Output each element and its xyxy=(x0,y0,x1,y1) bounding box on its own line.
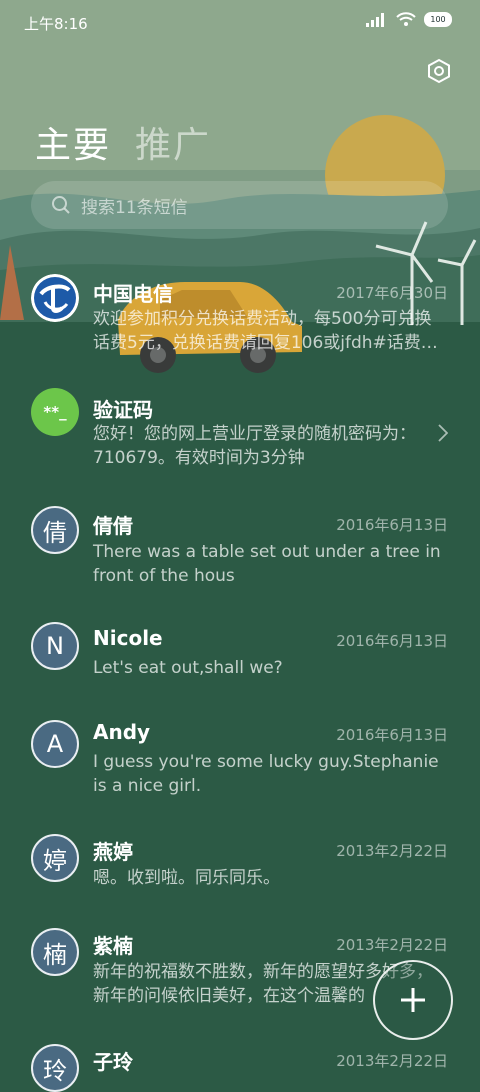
conversation-name: 验证码 xyxy=(93,398,153,422)
conversation-preview: I guess you're some lucky guy.Stephanie … xyxy=(93,752,439,796)
contact-avatar: 倩 xyxy=(31,506,79,554)
conversation-name: 紫楠 xyxy=(93,934,133,958)
conversation-date: 2016年6月13日 xyxy=(336,516,448,534)
contact-avatar: A xyxy=(31,720,79,768)
battery-icon: 100 xyxy=(424,12,452,27)
conversation-row[interactable]: N Nicole 2016年6月13日 Let's eat out,shall … xyxy=(0,610,480,704)
verification-code-avatar: **_ xyxy=(31,388,79,436)
search-input[interactable]: 搜索11条短信 xyxy=(81,193,188,218)
avatar-initial: 玲 xyxy=(43,1056,67,1085)
conversation-row[interactable]: A Andy 2016年6月13日 I guess you're some lu… xyxy=(0,704,480,820)
status-time: 上午8:16 xyxy=(24,15,88,33)
conversation-date: 2013年2月22日 xyxy=(336,936,448,954)
avatar-initial: N xyxy=(46,632,64,660)
conversation-row[interactable]: 倩 倩倩 2016年6月13日 There was a table set ou… xyxy=(0,494,480,610)
conversation-preview: Let's eat out,shall we? xyxy=(93,658,283,678)
conversation-preview: There was a table set out under a tree i… xyxy=(93,542,441,586)
battery-level: 100 xyxy=(430,15,446,24)
conversation-row[interactable]: 中国电信 2017年6月30日 欢迎参加积分兑换话费活动，每500分可兑换话费5… xyxy=(0,262,480,378)
conversation-preview: 您好！您的网上营业厅登录的随机密码为：710679。有效时间为3分钟 xyxy=(93,424,416,468)
tab-primary[interactable]: 主要 xyxy=(35,116,111,168)
avatar-initial: 婷 xyxy=(43,846,67,875)
avatar-initial: 楠 xyxy=(43,940,67,969)
contact-avatar: 婷 xyxy=(31,834,79,882)
conversation-name: 子玲 xyxy=(93,1050,133,1074)
contact-avatar: 楠 xyxy=(31,928,79,976)
conversation-row[interactable]: **_ 验证码 您好！您的网上营业厅登录的随机密码为：710679。有效时间为3… xyxy=(0,378,480,494)
chevron-right-icon xyxy=(438,424,448,442)
signal-icon xyxy=(366,12,384,27)
conversation-date: 2016年6月13日 xyxy=(336,632,448,650)
conversation-name: 燕婷 xyxy=(93,840,133,864)
plus-icon xyxy=(401,988,425,1012)
conversation-date: 2017年6月30日 xyxy=(336,284,448,302)
search-icon xyxy=(52,196,70,214)
conversation-name: 中国电信 xyxy=(93,282,173,306)
settings-icon[interactable] xyxy=(426,58,452,84)
wifi-icon xyxy=(396,12,416,26)
conversation-date: 2013年2月22日 xyxy=(336,842,448,860)
contact-avatar: N xyxy=(31,622,79,670)
avatar-initial: A xyxy=(46,730,64,758)
conversation-preview: 嗯。收到啦。同乐同乐。 xyxy=(93,868,280,888)
verification-avatar-text: **_ xyxy=(43,403,67,421)
search-bar[interactable]: 搜索11条短信 xyxy=(31,181,448,229)
china-telecom-logo-avatar xyxy=(31,274,79,322)
conversation-name: Nicole xyxy=(93,626,163,650)
status-bar: 上午8:16 100 xyxy=(0,0,480,46)
compose-button[interactable] xyxy=(373,960,453,1040)
avatar-initial: 倩 xyxy=(43,518,67,547)
category-tabs: 主要 推广 xyxy=(35,116,211,168)
status-icons: 100 xyxy=(366,12,452,27)
conversation-name: Andy xyxy=(93,720,151,744)
conversation-date: 2013年2月22日 xyxy=(336,1052,448,1070)
conversation-name: 倩倩 xyxy=(93,514,133,538)
contact-avatar: 玲 xyxy=(31,1044,79,1092)
tab-promotions[interactable]: 推广 xyxy=(135,116,211,168)
conversation-date: 2016年6月13日 xyxy=(336,726,448,744)
conversation-preview: 欢迎参加积分兑换话费活动，每500分可兑换话费5元，兑换话费请回复106或jfd… xyxy=(93,309,438,353)
conversation-row[interactable]: 婷 燕婷 2013年2月22日 嗯。收到啦。同乐同乐。 xyxy=(0,820,480,914)
